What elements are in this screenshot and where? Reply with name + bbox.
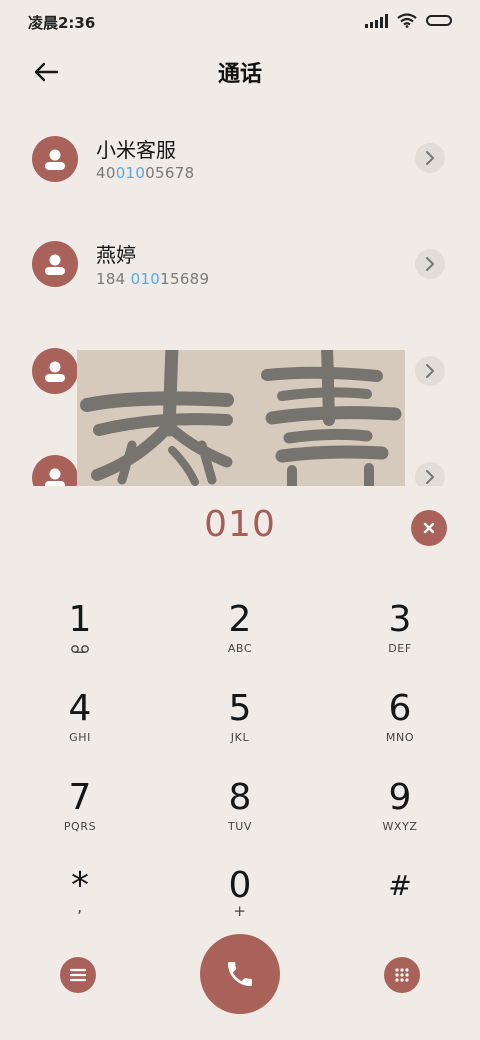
person-icon [45, 468, 65, 486]
header: 通话 [0, 44, 480, 98]
key-6[interactable]: 6 MNO [340, 685, 460, 767]
chevron-right-icon [426, 151, 434, 165]
key-7[interactable]: 7 PQRS [20, 774, 140, 856]
contact-name: 小米客服 [96, 138, 176, 162]
contact-detail-button[interactable] [415, 356, 445, 386]
keypad-toggle-button[interactable] [384, 957, 420, 993]
person-icon [45, 149, 65, 170]
contact-avatar [32, 136, 78, 182]
key-star[interactable]: * , [20, 862, 140, 944]
person-icon [45, 254, 65, 275]
call-button[interactable] [200, 934, 280, 1014]
contact-name: 子玲 [96, 350, 136, 374]
key-1[interactable]: 1 [20, 596, 140, 678]
key-8[interactable]: 8 TUV [180, 774, 300, 856]
keypad-icon [395, 968, 409, 982]
contact-number: 4001005678 [96, 164, 195, 182]
key-2[interactable]: 2 ABC [180, 596, 300, 678]
chevron-right-icon [426, 470, 434, 484]
phone-icon [228, 962, 252, 986]
contact-avatar [32, 348, 78, 394]
chevron-right-icon [426, 257, 434, 271]
person-icon [45, 361, 65, 382]
voicemail-icon [20, 644, 140, 658]
status-icons [365, 13, 452, 28]
wifi-icon [397, 13, 417, 28]
menu-icon [70, 968, 86, 982]
contact-detail-button[interactable] [415, 143, 445, 173]
contact-row[interactable]: 小米客服 4001005678 [0, 126, 480, 216]
contact-number: 184 01015689 [96, 270, 210, 288]
battery-icon [426, 15, 452, 26]
contact-avatar [32, 241, 78, 287]
key-4[interactable]: 4 GHI [20, 685, 140, 767]
status-time: 凌晨2:36 [28, 14, 96, 32]
key-hash[interactable]: # [340, 862, 460, 944]
contact-row[interactable]: Jason [0, 447, 480, 486]
contact-detail-button[interactable] [415, 249, 445, 279]
chevron-right-icon [426, 364, 434, 378]
page-title: 通话 [217, 62, 262, 87]
close-icon [423, 522, 435, 534]
clear-button[interactable] [411, 510, 447, 546]
contact-name: Jason [96, 454, 150, 478]
menu-button[interactable] [60, 957, 96, 993]
status-bar: 凌晨2:36 [0, 0, 480, 44]
key-9[interactable]: 9 WXYZ [340, 774, 460, 856]
contact-name: 燕婷 [96, 243, 136, 267]
contact-avatar [32, 455, 78, 486]
contact-number: 184 0101 5678 [96, 377, 215, 395]
key-5[interactable]: 5 JKL [180, 685, 300, 767]
dialed-number: 010 [204, 504, 276, 545]
contact-row[interactable]: 子玲 184 0101 5678 [0, 340, 480, 430]
key-3[interactable]: 3 DEF [340, 596, 460, 678]
signal-icon [365, 13, 388, 28]
contact-detail-button[interactable] [415, 462, 445, 486]
contact-list: 小米客服 4001005678 燕婷 184 01015689 子玲 184 0… [0, 98, 480, 486]
contact-row[interactable]: 燕婷 184 01015689 [0, 233, 480, 323]
key-0[interactable]: 0 + [180, 862, 300, 944]
